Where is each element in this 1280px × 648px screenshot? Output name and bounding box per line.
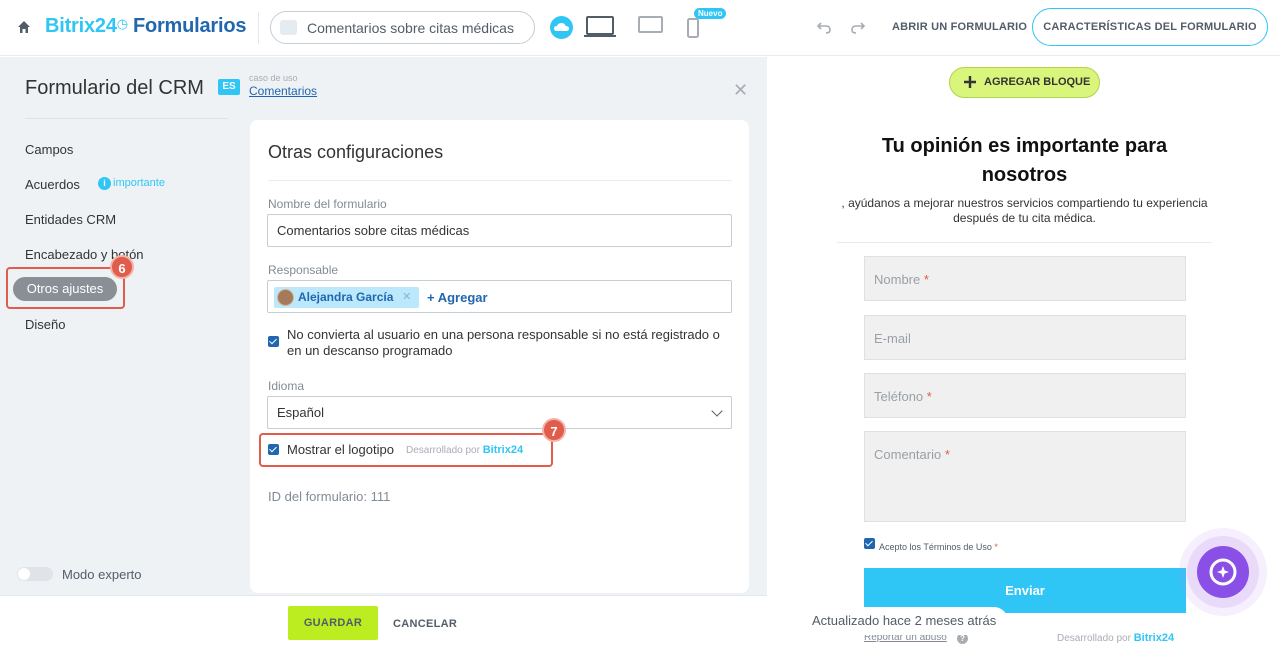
form-features-button[interactable]: CARACTERÍSTICAS DEL FORMULARIO [1032,8,1268,46]
menu-item-other-settings[interactable]: Otros ajustes [13,277,117,301]
other-settings-card: Otras configuraciones Nombre del formula… [250,120,749,593]
email-field[interactable]: E-mail [864,315,1186,360]
comment-field[interactable]: Comentario * [864,431,1186,522]
settings-panel: Formulario del CRM ES caso de uso Coment… [0,57,767,648]
powered-brand: Bitrix24 [1133,632,1175,644]
preview-divider [837,242,1212,243]
form-selector-value: Comentarios sobre citas médicas [307,20,514,36]
save-button[interactable]: GUARDAR [288,606,378,640]
expert-mode-label: Modo experto [62,567,142,582]
comment-placeholder: Comentario [874,447,942,462]
menu-divider [25,118,228,119]
undo-icon[interactable] [816,19,832,35]
powered-prefix: Desarrollado por [406,445,480,456]
terms-checkbox[interactable] [864,538,875,549]
plus-icon [964,76,976,88]
updated-tooltip: Actualizado hace 2 meses atrás [805,607,1009,635]
add-block-button[interactable]: AGREGAR BLOQUE [949,67,1100,98]
language-select[interactable]: Español [267,396,732,429]
menu-item-fields[interactable]: Campos [25,142,73,157]
add-responsible-link[interactable]: + Agregar [427,290,488,305]
avatar [277,289,294,306]
phone-placeholder: Teléfono [874,389,924,404]
top-bar: Bitrix24◷ Formularios Comentarios sobre c… [0,0,1280,56]
home-icon[interactable] [16,19,32,35]
close-icon[interactable]: ✕ [733,80,748,101]
important-label: importante [113,177,165,189]
responsible-label: Responsable [268,263,339,277]
no-convert-label: No convierta al usuario en una persona r… [287,327,720,358]
language-label: Idioma [268,379,305,393]
preview-powered-by: Desarrollado por Bitrix24 [1057,632,1174,644]
required-mark: * [923,272,929,287]
required-mark: * [994,542,998,552]
ai-assistant-button[interactable] [1179,528,1267,616]
name-field[interactable]: Nombre * [864,256,1186,301]
remove-icon[interactable]: ✕ [402,287,411,308]
important-hint[interactable]: i importante [98,177,165,190]
language-value: Español [277,405,324,420]
menu-item-agreements[interactable]: Acuerdos [25,177,80,192]
step-badge: 7 [542,418,566,442]
cancel-button[interactable]: CANCELAR [393,618,457,630]
terms-label: Acepto los Términos de Uso * [879,542,998,552]
new-badge: Nuevo [694,8,727,19]
desktop-view-icon[interactable] [583,15,617,39]
terms-text: Acepto los Términos de Uso [879,542,992,552]
bottom-bar: GUARDAR CANCELAR [0,595,767,648]
divider [258,12,259,44]
email-placeholder: E-mail [874,331,911,346]
preview-title: Tu opinión es importante para nosotros [881,135,1168,186]
use-case-link[interactable]: Comentarios [249,84,317,98]
responsible-field[interactable]: Alejandra García ✕ + Agregar [267,280,732,313]
assistant-icon [1197,546,1249,598]
phone-field[interactable]: Teléfono * [864,373,1186,418]
show-logo-label: Mostrar el logotipo [287,442,394,457]
user-tag[interactable]: Alejandra García ✕ [274,287,420,308]
form-name-value: Comentarios sobre citas médicas [277,223,470,238]
no-convert-checkbox[interactable] [268,336,279,347]
preview-subtitle: , ayúdanos a mejorar nuestros servicios … [841,196,1208,225]
brand-forms: Formularios [132,15,247,37]
redo-icon[interactable] [850,19,866,35]
powered-brand: Bitrix24 [482,444,524,456]
powered-prefix: Desarrollado por [1057,633,1131,644]
chevron-down-icon [711,405,723,417]
form-name-input[interactable]: Comentarios sobre citas médicas [267,214,732,247]
form-thumbnail-icon [280,20,297,35]
form-selector[interactable]: Comentarios sobre citas médicas [270,11,535,44]
card-title: Otras configuraciones [268,142,444,162]
form-name-label: Nombre del formulario [268,197,387,211]
required-mark: * [944,447,950,462]
use-case-caption: caso de uso [249,73,298,83]
card-divider [268,180,732,181]
app-logo: Bitrix24◷ Formularios [45,15,247,38]
add-block-label: AGREGAR BLOQUE [984,76,1091,88]
menu-item-crm-entities[interactable]: Entidades CRM [25,212,116,227]
user-name: Alejandra García [298,290,394,304]
cloud-icon[interactable] [550,16,573,39]
required-mark: * [926,389,932,404]
powered-by: Desarrollado por Bitrix24 [406,444,523,456]
clock-icon: ◷ [116,16,128,31]
step-badge: 6 [110,255,134,279]
brand-bitrix24: Bitrix24 [45,15,117,37]
show-logo-checkbox[interactable] [268,444,279,455]
info-icon: i [98,177,111,190]
use-case-icon: ES [218,79,240,95]
tablet-view-icon[interactable] [638,15,664,35]
panel-title: Formulario del CRM [25,77,204,99]
name-placeholder: Nombre [874,272,921,287]
expert-mode-toggle[interactable] [17,567,53,581]
menu-item-design[interactable]: Diseño [25,317,65,332]
open-form-link[interactable]: ABRIR UN FORMULARIO [892,21,1027,33]
form-id: ID del formulario: 111 [268,489,391,504]
